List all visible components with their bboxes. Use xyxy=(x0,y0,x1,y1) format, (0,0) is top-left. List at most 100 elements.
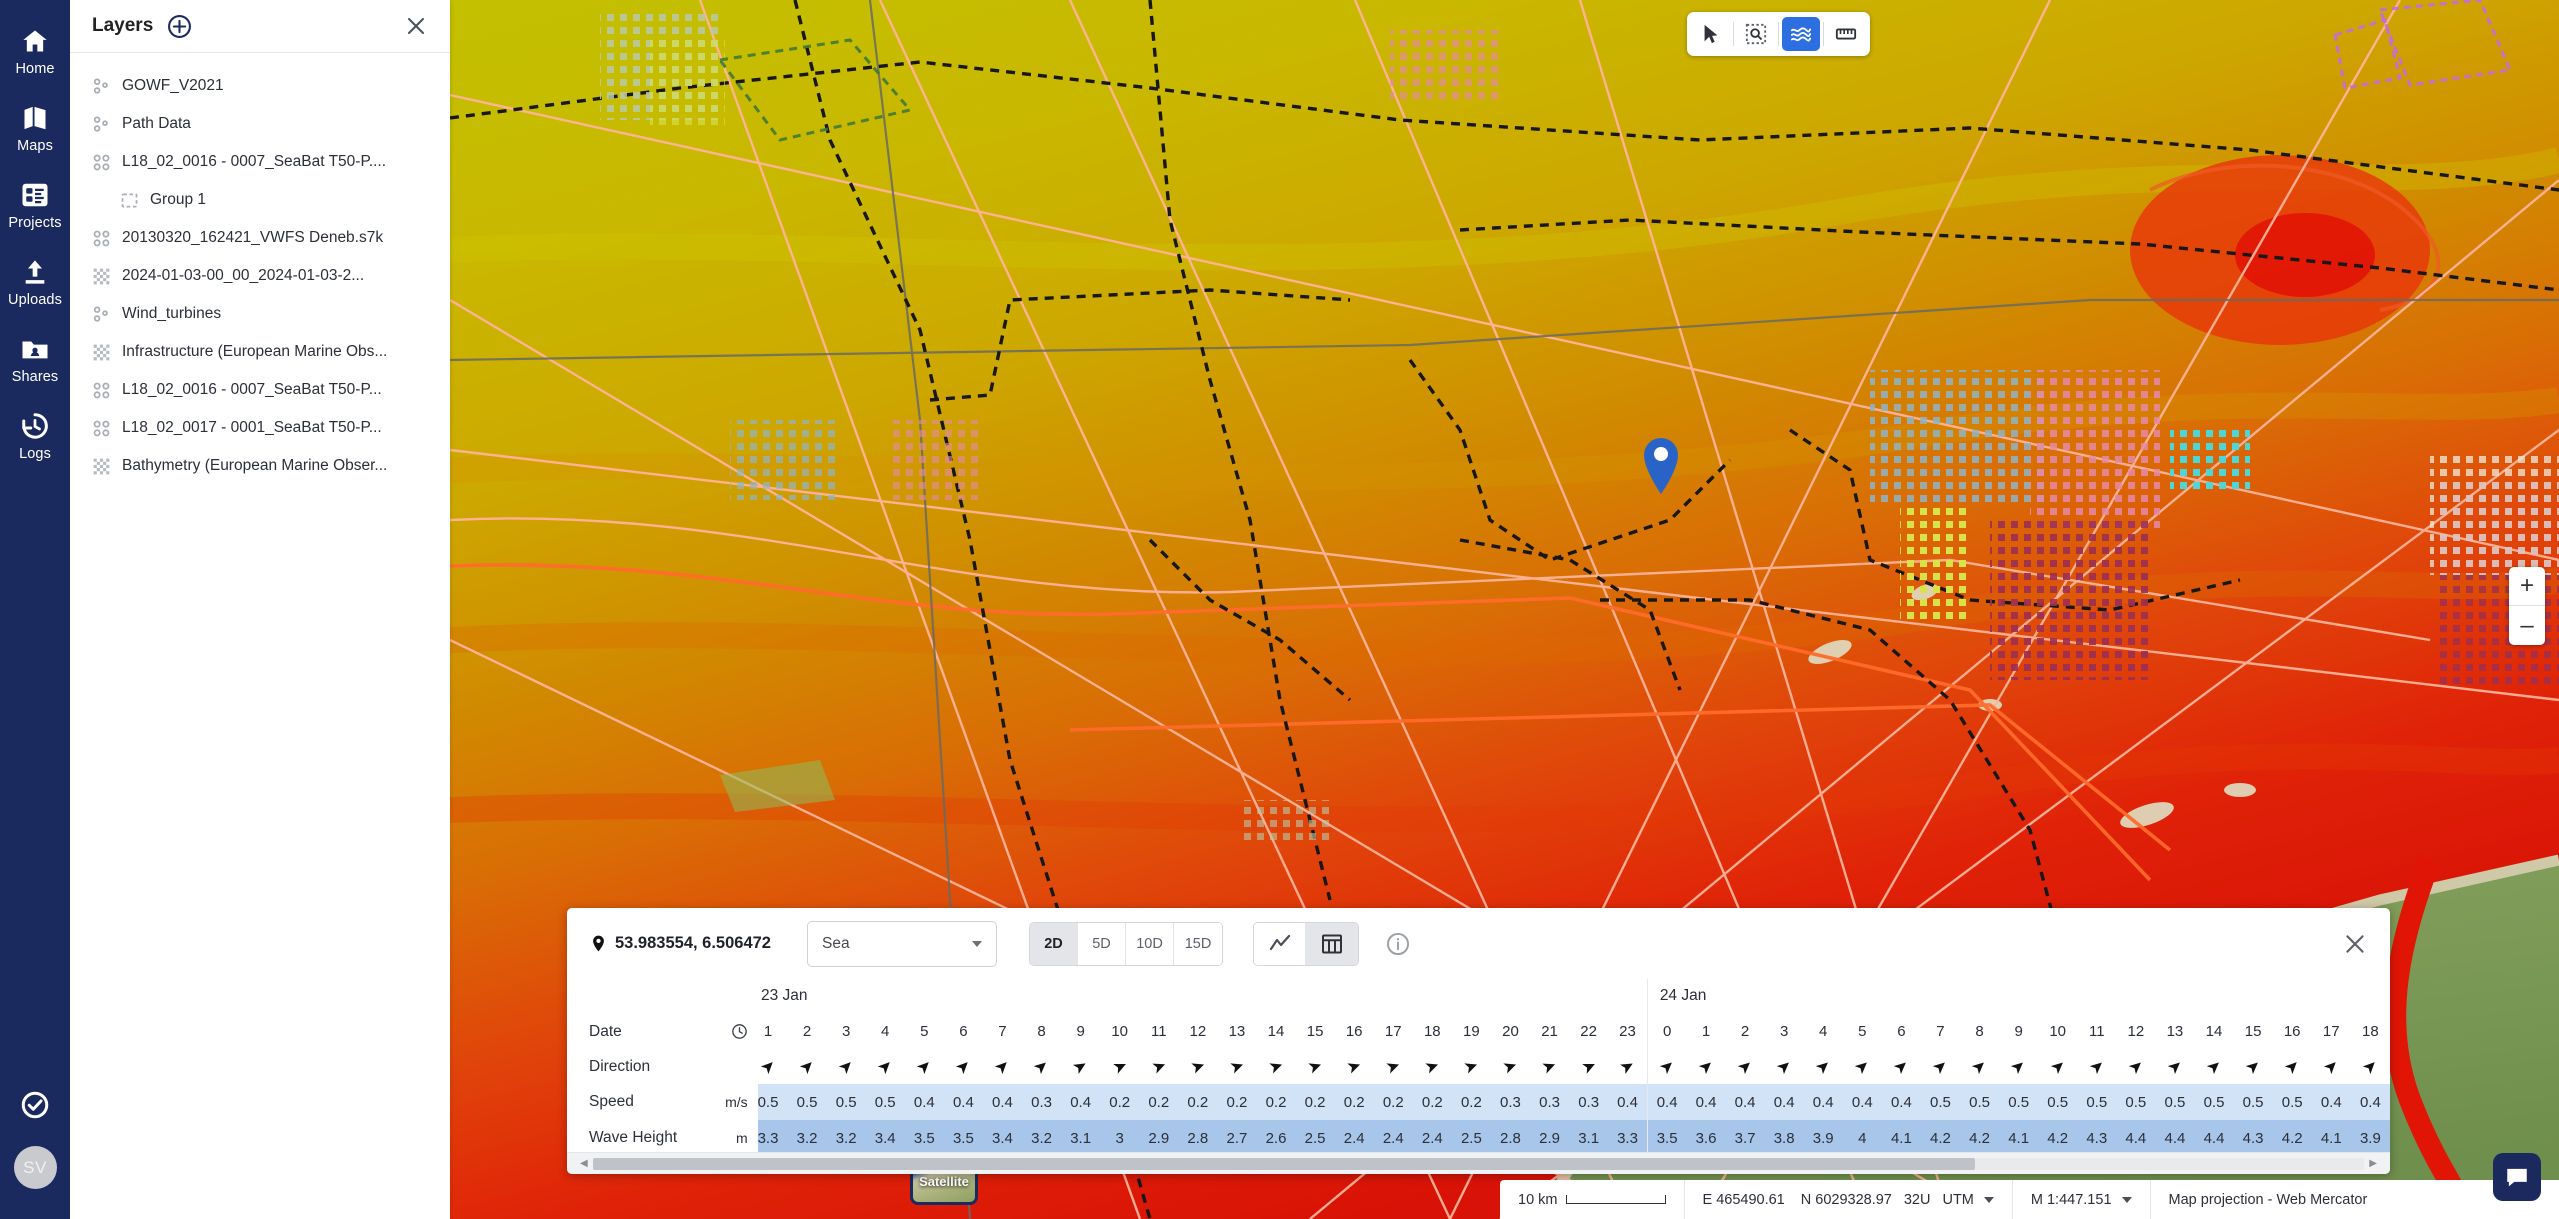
chevron-down-icon[interactable] xyxy=(2122,1197,2132,1203)
crs-select-value[interactable]: UTM xyxy=(1942,1192,1973,1208)
range-5d[interactable]: 5D xyxy=(1078,923,1126,965)
wave-height-value: 3.8 xyxy=(1765,1120,1804,1152)
wave-height-value: 3.4 xyxy=(983,1120,1022,1152)
sidebar-item-home[interactable]: Home xyxy=(0,26,70,77)
pointcloud-icon xyxy=(88,379,114,401)
list-item[interactable]: Infrastructure (European Marine Obs... xyxy=(70,333,450,371)
chevron-down-icon[interactable] xyxy=(1984,1197,1994,1203)
user-avatar-button[interactable]: SV xyxy=(0,1146,70,1189)
scrollbar-thumb[interactable] xyxy=(593,1158,1975,1170)
scroll-right-arrow[interactable]: ▶ xyxy=(2364,1158,2382,1169)
chat-bubble-icon xyxy=(2504,1164,2530,1190)
direction-arrow-icon: ➤ xyxy=(1960,1050,1999,1084)
sidebar-item-projects[interactable]: Projects xyxy=(0,180,70,231)
chat-support-button[interactable] xyxy=(2493,1153,2541,1201)
view-toggle[interactable] xyxy=(1253,922,1359,966)
list-item[interactable]: Path Data xyxy=(70,105,450,143)
wave-height-value: 4.2 xyxy=(2273,1120,2312,1152)
range-10d[interactable]: 10D xyxy=(1126,923,1174,965)
page-title: Layers xyxy=(92,15,153,37)
speed-unit: m/s xyxy=(717,1084,758,1120)
table-row-days: 23 Jan24 Jan xyxy=(567,979,2390,1013)
list-item-label: 2024-01-03-00_00_2024-01-03-2... xyxy=(122,267,364,285)
wave-height-value: 4.4 xyxy=(2194,1120,2233,1152)
direction-arrow-icon: ➤ xyxy=(1999,1050,2038,1084)
wave-height-value: 3.2 xyxy=(1022,1120,1061,1152)
raster-icon xyxy=(88,265,114,287)
hour-label: 5 xyxy=(1843,1013,1882,1050)
wave-height-value: 2.8 xyxy=(1491,1120,1530,1152)
wave-height-value: 4.4 xyxy=(2116,1120,2155,1152)
wave-height-value: 3.2 xyxy=(788,1120,827,1152)
direction-arrow-icon: ➤ xyxy=(1413,1050,1452,1084)
range-selector[interactable]: 2D 5D 10D 15D xyxy=(1029,922,1223,966)
zoom-controls[interactable]: + – xyxy=(2509,567,2545,645)
table-view-icon[interactable] xyxy=(1306,923,1358,965)
wave-height-value: 3 xyxy=(1100,1120,1139,1152)
select-area-icon[interactable] xyxy=(1737,17,1775,51)
sidebar-item-uploads[interactable]: Uploads xyxy=(0,257,70,308)
scrollbar-track[interactable] xyxy=(593,1158,2365,1170)
sidebar-item-maps[interactable]: Maps xyxy=(0,103,70,154)
range-2d[interactable]: 2D xyxy=(1030,923,1078,965)
wave-height-value: 4.1 xyxy=(1882,1120,1921,1152)
info-icon[interactable] xyxy=(1385,931,1411,957)
forecast-table-scroll[interactable]: 23 Jan24 Jan Date 123456789 xyxy=(567,979,2390,1152)
chart-view-icon[interactable] xyxy=(1254,923,1306,965)
hour-label: 3 xyxy=(827,1013,866,1050)
speed-value: 0.2 xyxy=(1100,1084,1139,1120)
map-scale-value: M 1:447.151 xyxy=(2031,1192,2112,1208)
horizontal-scrollbar[interactable]: ◀ ▶ xyxy=(567,1152,2390,1174)
speed-value: 0.3 xyxy=(1569,1084,1608,1120)
waves-icon[interactable] xyxy=(1782,17,1820,51)
direction-arrow-icon: ➤ xyxy=(1256,1050,1295,1084)
list-item[interactable]: Group 1 xyxy=(70,181,450,219)
close-icon[interactable] xyxy=(2342,931,2368,957)
list-item[interactable]: GOWF_V2021 xyxy=(70,67,450,105)
pointer-icon[interactable] xyxy=(1692,17,1730,51)
list-item[interactable]: L18_02_0016 - 0007_SeaBat T50-P.... xyxy=(70,143,450,181)
zoom-out-button[interactable]: – xyxy=(2509,606,2545,645)
scale-bar xyxy=(1566,1195,1666,1204)
hour-label: 17 xyxy=(1374,1013,1413,1050)
wave-height-value: 3.7 xyxy=(1726,1120,1765,1152)
speed-value: 0.3 xyxy=(1530,1084,1569,1120)
close-icon[interactable] xyxy=(404,14,428,38)
table-row-wave-height: Wave Height m 3.33.23.23.43.53.53.43.23.… xyxy=(567,1120,2390,1152)
wave-height-value: 4.2 xyxy=(1921,1120,1960,1152)
list-item[interactable]: L18_02_0017 - 0001_SeaBat T50-P... xyxy=(70,409,450,447)
dataset-select[interactable]: Sea xyxy=(807,921,997,967)
map-toolbar[interactable] xyxy=(1687,12,1870,56)
plus-circle-icon[interactable] xyxy=(167,14,192,39)
sidebar-item-label: Projects xyxy=(8,215,61,231)
row-label-wave-height: Wave Height xyxy=(567,1120,708,1152)
direction-arrow-icon: ➤ xyxy=(2273,1050,2312,1084)
zoom-in-button[interactable]: + xyxy=(2509,567,2545,606)
system-status-button[interactable] xyxy=(0,1090,70,1120)
easting-value: E 465490.61 xyxy=(1703,1192,1785,1208)
list-item[interactable]: Wind_turbines xyxy=(70,295,450,333)
map-scale-select[interactable]: M 1:447.151 xyxy=(2013,1180,2151,1219)
day-header: 23 Jan xyxy=(748,979,1647,1013)
sidebar-item-label: Shares xyxy=(12,369,59,385)
layers-panel: Layers GOWF_V2021 xyxy=(70,0,450,1219)
sea-data-panel: 53.983554, 6.506472 Sea 2D 5D 10D 15D xyxy=(567,908,2390,1174)
scroll-left-arrow[interactable]: ◀ xyxy=(575,1158,593,1169)
row-label-date: Date xyxy=(567,1013,708,1050)
hour-label: 4 xyxy=(866,1013,905,1050)
list-item[interactable]: L18_02_0016 - 0007_SeaBat T50-P... xyxy=(70,371,450,409)
list-item[interactable]: 2024-01-03-00_00_2024-01-03-2... xyxy=(70,257,450,295)
scale-indicator: 10 km xyxy=(1500,1180,1685,1219)
list-item[interactable]: Bathymetry (European Marine Obser... xyxy=(70,447,450,485)
direction-arrow-icon: ➤ xyxy=(1374,1050,1413,1084)
list-item[interactable]: 20130320_162421_VWFS Deneb.s7k xyxy=(70,219,450,257)
sidebar-item-shares[interactable]: Shares xyxy=(0,334,70,385)
toolbar-divider xyxy=(1823,22,1824,46)
ruler-icon[interactable] xyxy=(1827,17,1865,51)
range-15d[interactable]: 15D xyxy=(1174,923,1222,965)
sidebar-item-logs[interactable]: Logs xyxy=(0,411,70,462)
speed-value: 0.5 xyxy=(788,1084,827,1120)
forecast-table-wrapper: 23 Jan24 Jan Date 123456789 xyxy=(567,979,2390,1174)
speed-value: 0.2 xyxy=(1256,1084,1295,1120)
speed-value: 0.5 xyxy=(2273,1084,2312,1120)
